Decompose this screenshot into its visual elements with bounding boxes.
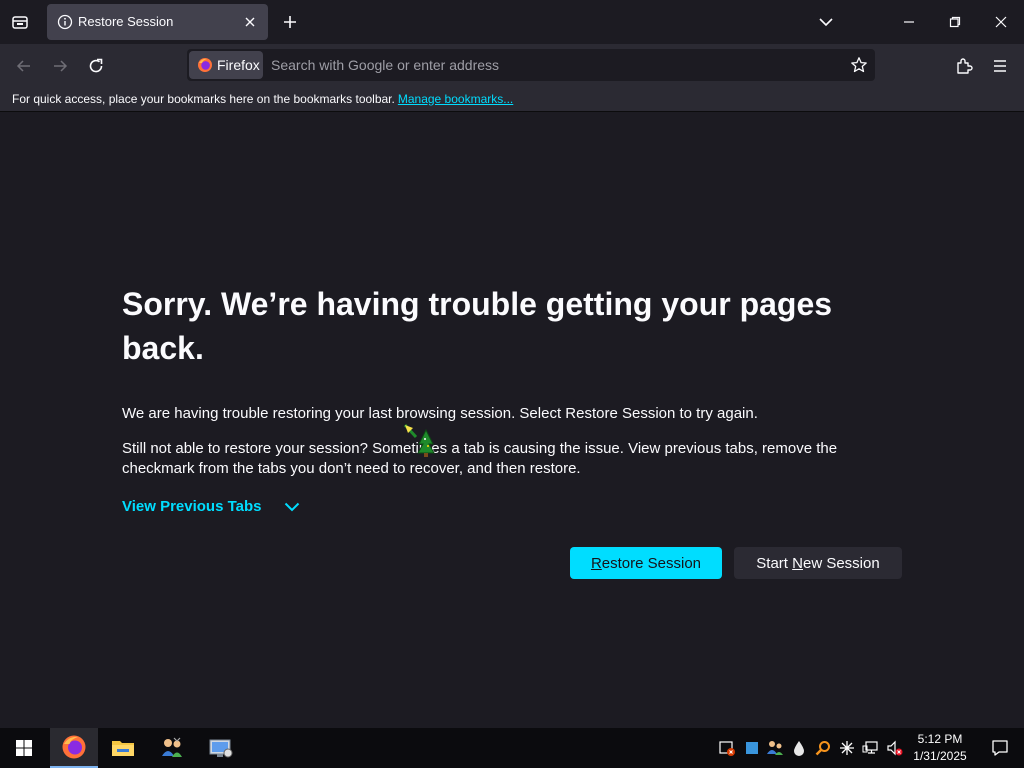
url-bar[interactable]: Firefox xyxy=(187,49,875,81)
new-tab-button[interactable] xyxy=(278,10,302,34)
bookmark-star-button[interactable] xyxy=(849,55,869,75)
window-close-button[interactable] xyxy=(978,0,1024,44)
tab-strip: Restore Session xyxy=(0,0,1024,44)
taskbar: 5:12 PM 1/31/2025 xyxy=(0,728,1024,768)
error-help-message: Still not able to restore your session? … xyxy=(122,440,838,477)
error-message: We are having trouble restoring your las… xyxy=(122,405,758,422)
restore-button[interactable] xyxy=(932,0,978,44)
taskbar-network-users[interactable] xyxy=(148,728,196,768)
firefox-icon xyxy=(198,58,212,72)
restore-label: estore Session xyxy=(601,554,702,572)
restore-accesskey: R xyxy=(590,554,602,572)
taskbar-firefox[interactable] xyxy=(50,728,98,768)
star-icon xyxy=(851,57,867,73)
snowflake-icon xyxy=(840,741,854,755)
tray-network-icon[interactable] xyxy=(862,738,880,758)
close-icon xyxy=(245,17,255,27)
page-title: Sorry. We’re having trouble getting your… xyxy=(122,286,833,366)
users-icon xyxy=(767,741,783,755)
system-manager-icon xyxy=(209,739,233,758)
tray-security-icon[interactable] xyxy=(718,738,736,758)
list-all-tabs-button[interactable] xyxy=(814,10,838,34)
new-session-label-end: ew Session xyxy=(802,554,880,572)
hamburger-menu-icon xyxy=(994,60,1006,72)
close-icon xyxy=(995,16,1007,28)
notification-icon xyxy=(992,740,1008,756)
tray-blue-square-icon[interactable] xyxy=(743,738,761,758)
tray-asterisk-icon[interactable] xyxy=(838,738,856,758)
bookmarks-toolbar-message: For quick access, place your bookmarks h… xyxy=(12,91,395,106)
plus-icon xyxy=(284,16,296,28)
navigation-toolbar: Firefox xyxy=(0,44,1024,86)
magnifier-icon xyxy=(815,741,830,756)
app-menu-button[interactable] xyxy=(986,52,1014,80)
identity-box[interactable]: Firefox xyxy=(189,51,263,79)
tab-restore-session[interactable]: Restore Session xyxy=(47,4,268,40)
manage-bookmarks-link[interactable]: Manage bookmarks... xyxy=(398,92,513,106)
mouse-cursor-icon xyxy=(404,424,435,457)
extensions-icon xyxy=(957,58,973,74)
taskbar-clock[interactable]: 5:12 PM 1/31/2025 xyxy=(910,731,970,765)
restore-icon xyxy=(949,16,961,28)
firefox-view-icon xyxy=(12,16,28,29)
forward-icon xyxy=(54,60,68,72)
volume-muted-icon xyxy=(887,740,903,756)
start-button[interactable] xyxy=(0,728,48,768)
tray-volume-icon[interactable] xyxy=(886,738,904,758)
blue-square-icon xyxy=(746,742,758,754)
new-session-label-start: Start xyxy=(756,554,793,572)
view-previous-tabs-label: View Previous Tabs xyxy=(122,498,262,515)
info-icon xyxy=(57,14,73,30)
minimize-button[interactable] xyxy=(886,0,932,44)
file-explorer-icon xyxy=(112,741,134,756)
chevron-down-icon xyxy=(284,502,299,511)
tray-search-icon[interactable] xyxy=(814,738,832,758)
view-previous-tabs-toggle[interactable]: View Previous Tabs xyxy=(122,498,300,515)
tab-title: Restore Session xyxy=(78,14,174,29)
tab-close-button[interactable] xyxy=(240,12,260,32)
reload-icon xyxy=(89,58,103,73)
new-session-accesskey: N xyxy=(792,554,803,572)
reload-button[interactable] xyxy=(82,52,110,80)
taskbar-system-manager[interactable] xyxy=(197,728,245,768)
start-new-session-button[interactable]: Start New Session xyxy=(734,547,902,579)
shield-alert-icon xyxy=(719,741,735,756)
chevron-down-icon xyxy=(819,18,833,27)
page-content: Sorry. We’re having trouble getting your… xyxy=(0,112,1024,728)
tray-droplet-icon[interactable] xyxy=(790,738,808,758)
action-center-button[interactable] xyxy=(978,728,1022,768)
address-input[interactable] xyxy=(271,49,831,81)
taskbar-file-explorer[interactable] xyxy=(99,728,147,768)
minimize-icon xyxy=(904,21,914,23)
back-icon xyxy=(16,60,30,72)
firefox-icon xyxy=(62,735,86,759)
extensions-button[interactable] xyxy=(950,52,978,80)
identity-label: Firefox xyxy=(217,57,260,73)
network-icon xyxy=(862,741,878,754)
tray-users-icon[interactable] xyxy=(766,738,784,758)
firefox-view-button[interactable] xyxy=(8,10,32,34)
windows-logo-icon xyxy=(16,740,32,756)
clock-date: 1/31/2025 xyxy=(913,749,967,763)
droplet-icon xyxy=(794,741,804,756)
restore-session-button[interactable]: Restore Session xyxy=(570,547,722,579)
bookmarks-toolbar: For quick access, place your bookmarks h… xyxy=(0,86,1024,112)
forward-button[interactable] xyxy=(46,52,74,80)
network-users-icon xyxy=(162,737,182,757)
back-button[interactable] xyxy=(10,52,38,80)
clock-time: 5:12 PM xyxy=(917,732,963,746)
